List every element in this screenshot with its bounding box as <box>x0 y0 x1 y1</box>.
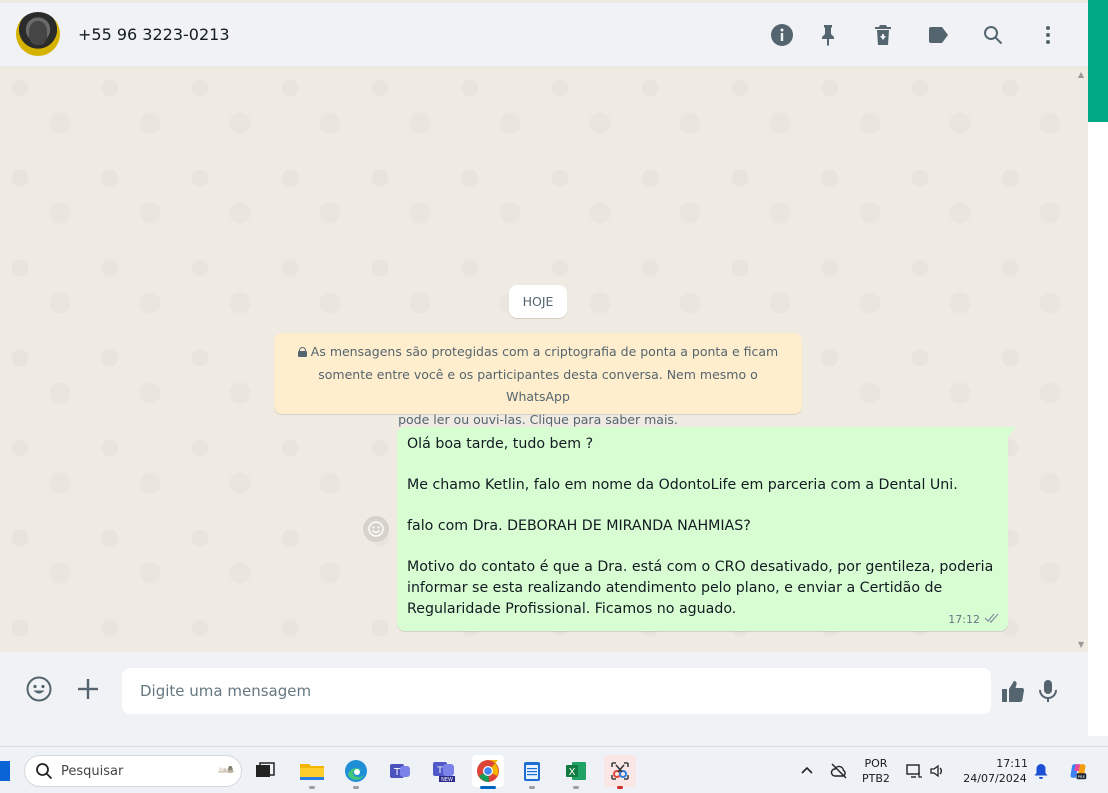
edge-browser-icon[interactable] <box>340 755 372 789</box>
date-separator: HOJE <box>509 285 567 318</box>
smiley-icon <box>368 521 384 537</box>
chrome-browser-icon[interactable] <box>472 755 504 789</box>
svg-text:X: X <box>569 767 576 778</box>
notepad-icon[interactable] <box>516 755 548 789</box>
windows-start-icon[interactable] <box>0 761 10 781</box>
copilot-icon[interactable]: PRE <box>1066 759 1090 783</box>
emoji-reaction-button[interactable] <box>363 516 389 542</box>
encryption-notice-line: somente entre você e os participantes de… <box>318 366 758 405</box>
info-icon[interactable] <box>768 21 796 49</box>
microphone-icon[interactable] <box>1033 676 1063 706</box>
window-side-panel <box>1088 122 1108 736</box>
taskbar-search-label: Pesquisar <box>61 763 124 779</box>
attach-plus-icon[interactable] <box>73 674 103 704</box>
message-text-line: Motivo do contato é que a Dra. está com … <box>407 559 994 575</box>
chat-header: +55 96 3223-0213 <box>0 3 1088 67</box>
outgoing-message-bubble[interactable]: Olá boa tarde, tudo bem ? Me chamo Ketli… <box>397 427 1008 631</box>
scroll-up-arrow-icon[interactable]: ▲ <box>1078 70 1084 79</box>
clock[interactable]: 17:11 24/07/2024 <box>962 756 1028 786</box>
svg-text:T: T <box>393 767 401 778</box>
message-input[interactable] <box>122 668 991 714</box>
language-code: POR <box>864 757 888 770</box>
search-icon[interactable] <box>979 21 1007 49</box>
excel-icon[interactable]: X <box>560 755 592 789</box>
whatsapp-window: +55 96 3223-0213 ▲ ▼ HOJE As mensagens s… <box>0 0 1088 725</box>
thumbs-up-icon[interactable] <box>998 676 1028 706</box>
volume-icon[interactable] <box>927 761 947 781</box>
encryption-notice[interactable]: As mensagens são protegidas com a cripto… <box>274 333 802 427</box>
notification-bell-icon[interactable] <box>1031 761 1051 781</box>
network-icon[interactable] <box>904 761 924 781</box>
menu-icon[interactable] <box>1034 21 1062 49</box>
file-explorer-icon[interactable] <box>296 755 328 789</box>
lock-icon <box>297 347 307 357</box>
cloud-offline-icon[interactable] <box>829 761 849 781</box>
contact-name[interactable]: +55 96 3223-0213 <box>78 25 230 44</box>
message-text-line: Regularidade Profissional. Ficamos no ag… <box>407 601 737 617</box>
taskbar-search[interactable]: Pesquisar <box>24 755 242 787</box>
message-text-line: informar se esta realizando atendimento … <box>407 580 943 596</box>
double-check-icon <box>984 612 1000 626</box>
keyboard-layout: PTB2 <box>862 772 890 785</box>
task-view-icon[interactable] <box>249 755 281 787</box>
label-icon[interactable] <box>924 21 952 49</box>
scroll-down-arrow-icon[interactable]: ▼ <box>1078 640 1084 649</box>
teams-new-icon[interactable]: T NEW <box>428 755 460 787</box>
search-highlight-decoration-icon <box>217 766 234 773</box>
contact-avatar[interactable] <box>16 12 60 56</box>
message-composer <box>0 652 1088 725</box>
emoji-icon[interactable] <box>24 674 54 704</box>
message-text-line: falo com Dra. DEBORAH DE MIRANDA NAHMIAS… <box>407 518 751 534</box>
encryption-notice-line: As mensagens são protegidas com a cripto… <box>310 344 779 359</box>
svg-text:PRE: PRE <box>1078 775 1086 779</box>
delete-icon[interactable] <box>869 21 897 49</box>
snipping-tool-icon[interactable] <box>604 755 636 789</box>
message-text-line: Olá boa tarde, tudo bem ? <box>407 436 594 452</box>
message-meta: 17:12 <box>948 612 1000 626</box>
input-language[interactable]: POR PTB2 <box>862 756 890 786</box>
teams-icon[interactable]: T <box>384 755 416 787</box>
pin-icon[interactable] <box>814 21 842 49</box>
message-text-line: Me chamo Ketlin, falo em nome da OdontoL… <box>407 477 958 493</box>
message-time: 17:12 <box>948 612 980 626</box>
chevron-up-icon[interactable] <box>797 761 817 781</box>
clock-time: 17:11 <box>996 757 1028 770</box>
clock-date: 24/07/2024 <box>963 772 1027 785</box>
search-icon <box>36 763 53 780</box>
bubble-tail <box>1008 427 1016 437</box>
svg-text:NEW: NEW <box>441 777 453 783</box>
svg-text:T: T <box>436 766 443 776</box>
os-taskbar: Pesquisar T T NEW X POR PTB2 17:11 24/07… <box>0 746 1108 793</box>
window-side-accent <box>1088 3 1108 122</box>
